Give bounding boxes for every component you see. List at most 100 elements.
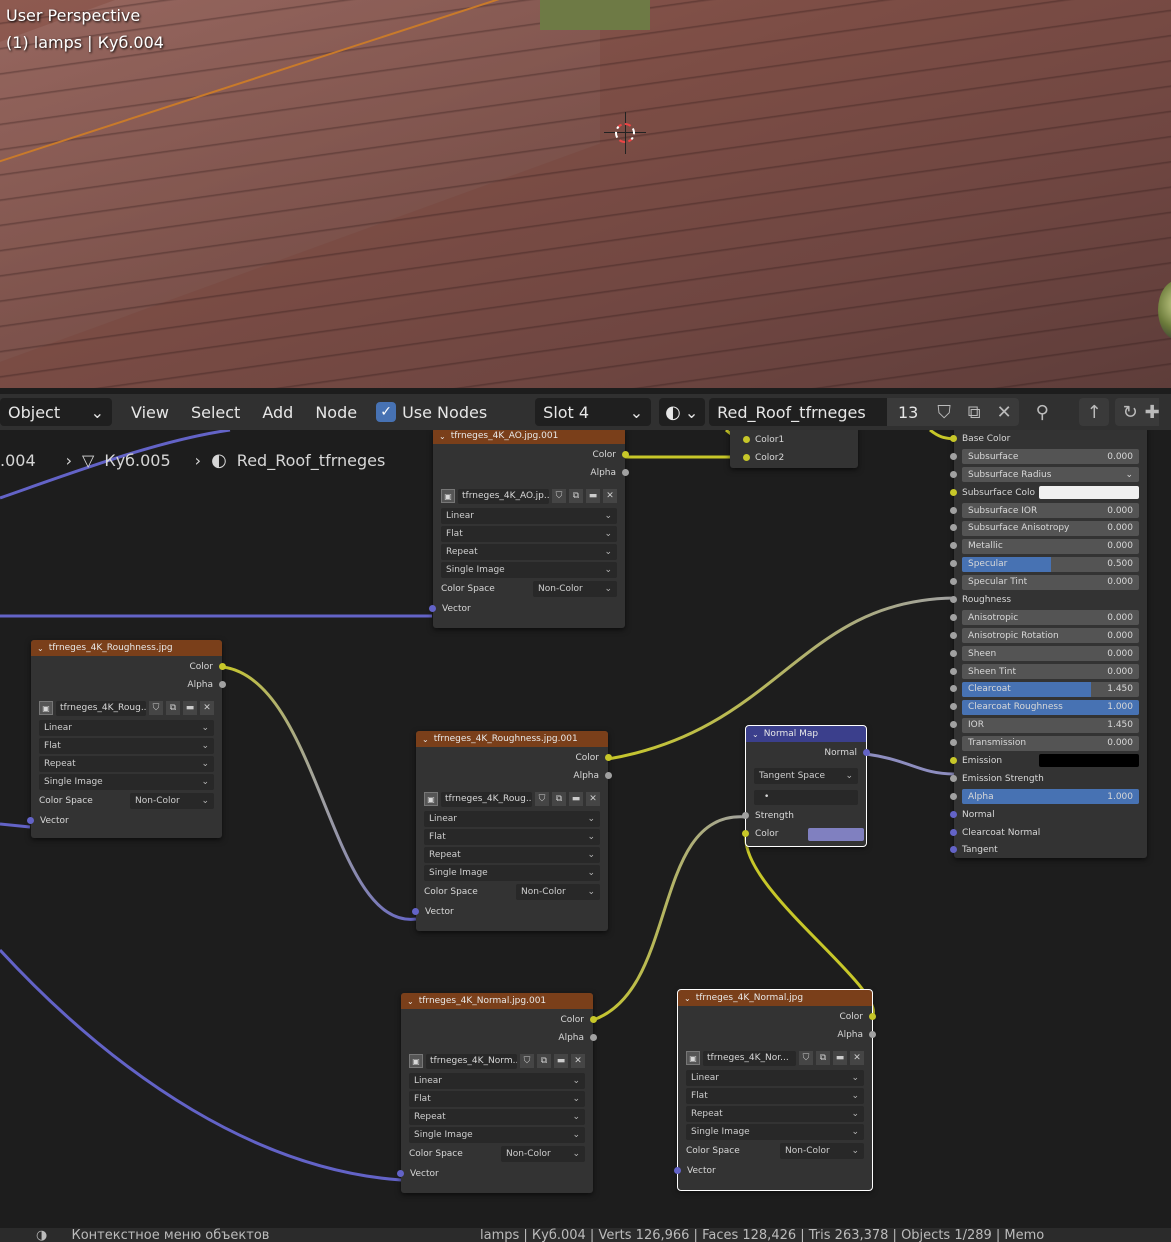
output-color[interactable]: Color — [678, 1008, 876, 1026]
menu-view[interactable]: View — [120, 403, 180, 422]
close-icon[interactable]: ✕ — [586, 792, 600, 806]
bsdf-input-subsurface-anisotropy[interactable]: Subsurface Anisotropy 0.000 — [950, 519, 1147, 537]
use-nodes-toggle[interactable]: ✓ Use Nodes — [376, 402, 487, 422]
value-field[interactable]: Sheen 0.000 — [962, 646, 1139, 662]
value-field[interactable]: Anisotropic 0.000 — [962, 610, 1139, 626]
value-field[interactable]: Subsurface 0.000 — [962, 449, 1139, 465]
interpolation-dropdown[interactable]: Linear — [39, 720, 214, 736]
mix-input-color1[interactable]: Color1 — [730, 431, 858, 449]
node-header[interactable]: ⌄ tfrneges_4K_AO.jpg.001 — [433, 430, 625, 444]
image-icon[interactable]: ▣ — [686, 1051, 700, 1065]
bsdf-input-base-color[interactable]: Base Color — [950, 430, 1147, 448]
bsdf-input-emission-strength[interactable]: Emission Strength — [950, 770, 1147, 788]
color-space-dropdown[interactable]: Non-Color — [130, 793, 214, 809]
image-selector[interactable]: ▣ tfrneges_4K_Roug... ⛉ ⧉ ▬ ✕ — [39, 700, 214, 716]
bsdf-input-normal[interactable]: Normal — [950, 806, 1147, 824]
folder-icon[interactable]: ▬ — [586, 489, 600, 503]
space-dropdown[interactable]: Tangent Space — [754, 768, 858, 784]
close-icon[interactable]: ✕ — [850, 1051, 864, 1065]
image-texture-node-roughness[interactable]: ⌄ tfrneges_4K_Roughness.jpg Color Alpha ▣… — [27, 640, 226, 838]
bsdf-input-specular-tint[interactable]: Specular Tint 0.000 — [950, 573, 1147, 591]
breadcrumb-material[interactable]: Red_Roof_tfrneges — [237, 451, 386, 470]
fake-user-shield-icon[interactable]: ⛉ — [535, 792, 549, 806]
folder-icon[interactable]: ▬ — [554, 1054, 568, 1068]
image-selector[interactable]: ▣ tfrneges_4K_AO.jp... ⛉ ⧉ ▬ ✕ — [441, 488, 617, 504]
input-vector[interactable]: Vector — [397, 1165, 593, 1183]
uv-map-field[interactable]: • — [754, 790, 858, 805]
duplicate-icon[interactable]: ⧉ — [166, 701, 180, 715]
image-name-field[interactable]: tfrneges_4K_Norm... — [426, 1053, 517, 1069]
value-field[interactable]: Transmission 0.000 — [962, 735, 1139, 751]
input-vector[interactable]: Vector — [27, 812, 222, 830]
color-swatch[interactable] — [1039, 754, 1139, 768]
output-alpha[interactable]: Alpha — [433, 464, 629, 482]
bsdf-input-sheen-tint[interactable]: Sheen Tint 0.000 — [950, 663, 1147, 681]
duplicate-icon[interactable]: ⧉ — [816, 1051, 830, 1065]
mix-node[interactable]: Color1 Color2 — [730, 430, 858, 468]
bsdf-input-subsurface[interactable]: Subsurface 0.000 — [950, 448, 1147, 466]
input-strength[interactable]: Strength — [742, 807, 866, 825]
3d-cursor-icon[interactable] — [604, 112, 646, 154]
pin-icon[interactable]: ⚲ — [1027, 398, 1057, 426]
bsdf-input-tangent[interactable]: Tangent — [950, 841, 1147, 859]
collapse-chevron-icon[interactable]: ⌄ — [37, 644, 44, 653]
node-header[interactable]: ⌄ tfrneges_4K_Roughness.jpg.001 — [416, 731, 608, 747]
output-normal[interactable]: Normal — [746, 744, 870, 762]
image-icon[interactable]: ▣ — [39, 701, 53, 715]
value-field[interactable]: Specular Tint 0.000 — [962, 574, 1139, 590]
output-color[interactable]: Color — [401, 1011, 597, 1029]
snap-icon[interactable]: ↻ — [1115, 398, 1146, 426]
image-name-field[interactable]: tfrneges_4K_Roug... — [56, 700, 146, 716]
color-swatch[interactable] — [808, 827, 864, 841]
source-dropdown[interactable]: Single Image — [686, 1124, 864, 1140]
collapse-chevron-icon[interactable]: ⌄ — [422, 735, 429, 744]
material-name-field[interactable]: Red_Roof_tfrneges — [709, 398, 888, 426]
interpolation-dropdown[interactable]: Linear — [424, 811, 600, 827]
output-color[interactable]: Color — [433, 446, 629, 464]
menu-select[interactable]: Select — [180, 403, 251, 422]
output-alpha[interactable]: Alpha — [416, 767, 612, 785]
color-space-dropdown[interactable]: Non-Color — [501, 1146, 585, 1162]
input-vector[interactable]: Vector — [674, 1162, 872, 1180]
menu-add[interactable]: Add — [251, 403, 304, 422]
extension-dropdown[interactable]: Repeat — [409, 1109, 585, 1125]
duplicate-icon[interactable]: ⧉ — [537, 1054, 551, 1068]
close-icon[interactable]: ✕ — [603, 489, 617, 503]
dropdown-field[interactable]: Subsurface Radius ⌄ — [962, 467, 1139, 483]
breadcrumb-object[interactable]: .004 — [0, 451, 36, 470]
duplicate-icon[interactable]: ⧉ — [569, 489, 583, 503]
bsdf-input-clearcoat-normal[interactable]: Clearcoat Normal — [950, 824, 1147, 842]
collapse-chevron-icon[interactable]: ⌄ — [684, 994, 691, 1003]
source-dropdown[interactable]: Single Image — [409, 1127, 585, 1143]
duplicate-icon[interactable]: ⧉ — [959, 398, 990, 426]
bsdf-input-alpha[interactable]: Alpha 1.000 — [950, 788, 1147, 806]
value-field[interactable]: Anisotropic Rotation 0.000 — [962, 628, 1139, 644]
breadcrumb-mesh[interactable]: Куб.005 — [104, 451, 170, 470]
value-field[interactable]: Clearcoat Roughness 1.000 — [962, 699, 1139, 715]
collapse-chevron-icon[interactable]: ⌄ — [439, 432, 446, 441]
mix-input-color2[interactable]: Color2 — [730, 449, 858, 467]
input-color[interactable]: Color — [742, 825, 866, 843]
color-space-dropdown[interactable]: Non-Color — [516, 884, 600, 900]
principled-bsdf-node[interactable]: Base Color Subsurface 0.000 Subsurface Radi… — [950, 430, 1147, 859]
checkbox-checked-icon[interactable]: ✓ — [376, 402, 397, 422]
snap-options-icon[interactable]: ✚ — [1145, 398, 1160, 426]
bsdf-input-subsurface-colo[interactable]: Subsurface Colo — [950, 484, 1147, 502]
bsdf-input-ior[interactable]: IOR 1.450 — [950, 716, 1147, 734]
bsdf-input-anisotropic[interactable]: Anisotropic 0.000 — [950, 609, 1147, 627]
node-header[interactable]: ⌄ tfrneges_4K_Roughness.jpg — [31, 640, 222, 656]
image-texture-node-normal-001[interactable]: ⌄ tfrneges_4K_Normal.jpg.001 Color Alpha … — [397, 993, 597, 1193]
source-dropdown[interactable]: Single Image — [39, 774, 214, 790]
value-field[interactable]: Metallic 0.000 — [962, 538, 1139, 554]
projection-dropdown[interactable]: Flat — [441, 526, 617, 542]
folder-icon[interactable]: ▬ — [833, 1051, 847, 1065]
close-icon[interactable]: ✕ — [200, 701, 214, 715]
output-alpha[interactable]: Alpha — [31, 676, 226, 694]
image-texture-node-normal[interactable]: ⌄ tfrneges_4K_Normal.jpg Color Alpha ▣ tf… — [674, 989, 876, 1191]
value-field[interactable]: Subsurface IOR 0.000 — [962, 503, 1139, 518]
node-header[interactable]: ⌄ Normal Map — [746, 726, 866, 742]
slot-dropdown[interactable]: Slot 4 ⌄ — [535, 398, 652, 426]
projection-dropdown[interactable]: Flat — [424, 829, 600, 845]
output-alpha[interactable]: Alpha — [401, 1029, 597, 1047]
bsdf-input-metallic[interactable]: Metallic 0.000 — [950, 537, 1147, 555]
